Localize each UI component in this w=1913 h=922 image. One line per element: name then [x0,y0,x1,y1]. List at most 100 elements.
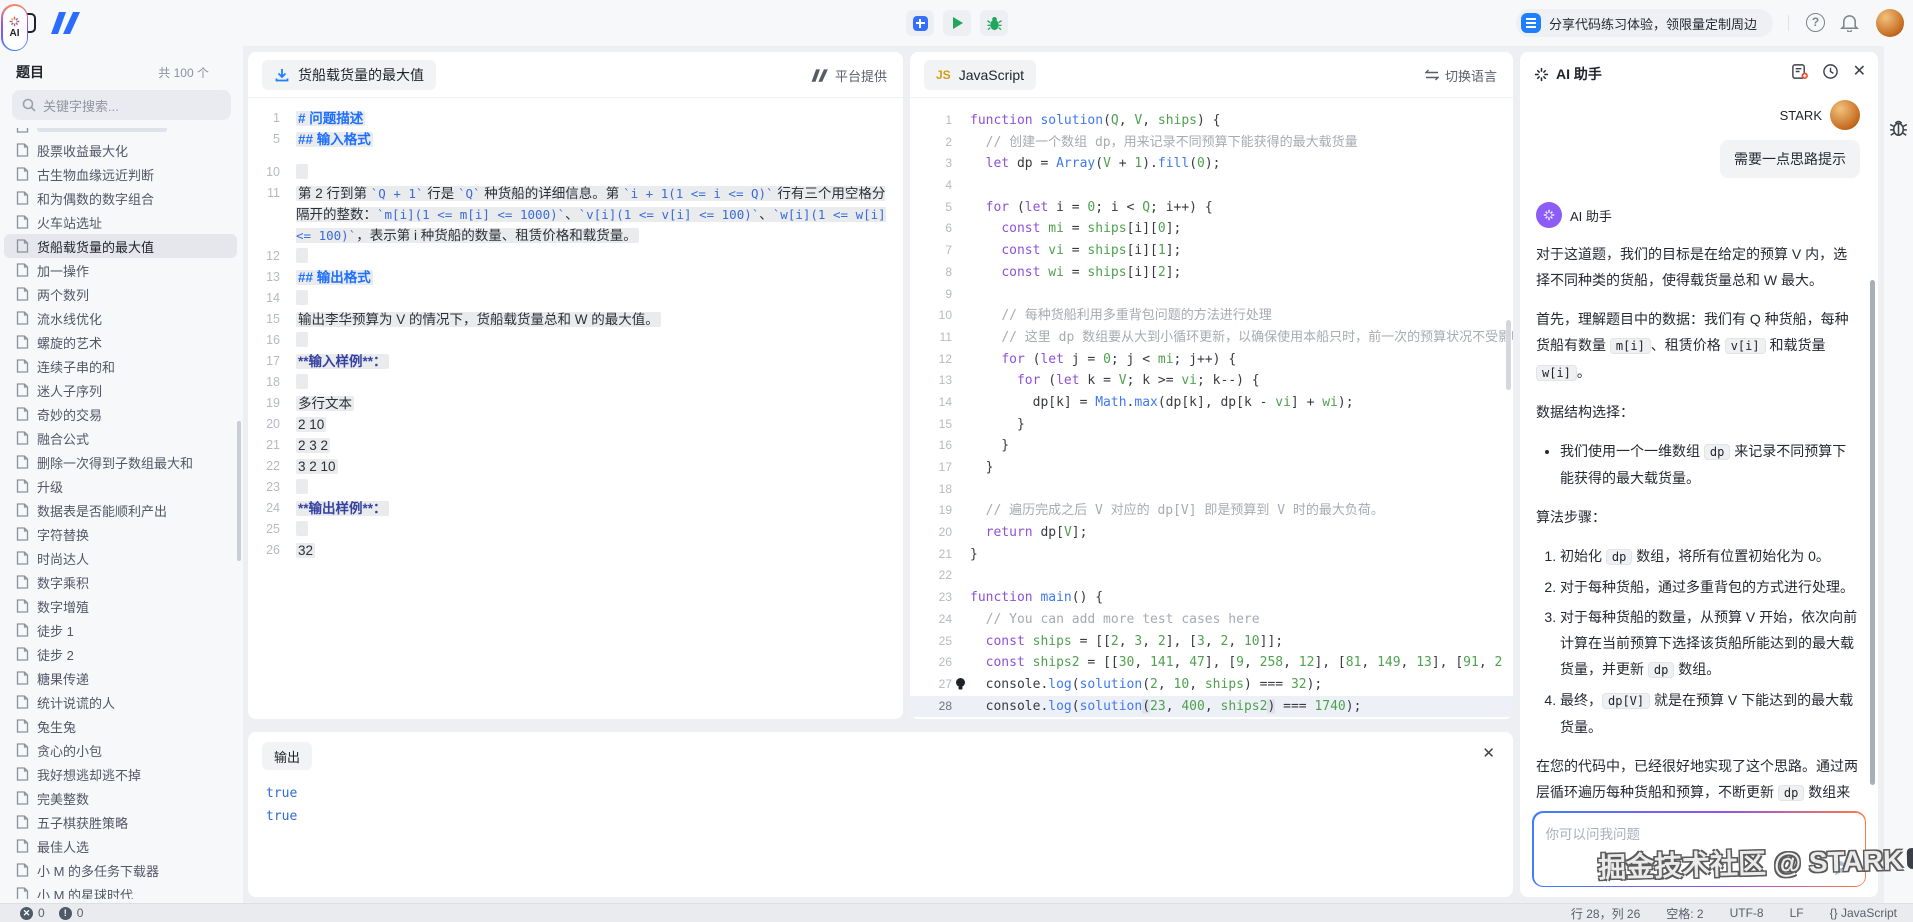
code-line[interactable]: 4 [910,175,1513,197]
sidebar-item[interactable]: 数字乘积 [4,570,237,594]
document-icon [16,791,29,805]
sidebar-item[interactable]: 完美整数 [4,786,237,810]
code-line[interactable]: 13 for (let k = V; k >= vi; k--) { [910,370,1513,392]
code-line[interactable]: 27 console.log(solution(2, 10, ships) ==… [910,674,1513,696]
sidebar-item-selected[interactable]: 货船载货量的最大值 [4,234,237,258]
code-line[interactable]: 5 for (let i = 0; i < Q; i++) { [910,197,1513,219]
status-item[interactable]: LF [1790,906,1804,920]
status-item[interactable]: 空格: 2 [1666,905,1703,922]
run-button[interactable] [943,10,971,36]
sidebar-item[interactable]: 数据表是否能顺利产出 [4,498,237,522]
sidebar-item[interactable]: 数字增殖 [4,594,237,618]
code-line[interactable]: 15 } [910,414,1513,436]
code-line[interactable]: 28 console.log(solution(23, 400, ships2)… [910,696,1513,718]
search-icon [22,98,36,112]
sidebar-item[interactable]: 流水线优化 [4,306,237,330]
code-line[interactable]: 12 for (let j = 0; j < mi; j++) { [910,349,1513,371]
sidebar-item[interactable]: 加一操作 [4,258,237,282]
marscode-logo-icon[interactable] [50,12,82,39]
sidebar-item[interactable]: 小 M 的星球时代 [4,882,237,899]
sidebar-item[interactable]: 最佳人选 [4,834,237,858]
code-line[interactable]: 7 const vi = ships[i][1]; [910,240,1513,262]
errors-count[interactable]: 0 [38,906,45,920]
lightbulb-icon[interactable] [954,677,967,692]
ai-scrollbar[interactable] [1870,280,1875,785]
sidebar-item[interactable]: 螺旋的艺术 [4,330,237,354]
ai-input-box[interactable]: 你可以问我问题 [1532,811,1866,887]
code-scrollbar[interactable] [1506,320,1511,390]
status-item[interactable]: 行 28，列 26 [1571,905,1640,922]
sidebar-item[interactable]: 融合公式 [4,426,237,450]
code-line[interactable]: 24 // You can add more test cases here [910,609,1513,631]
sidebar-item[interactable]: 和为偶数的数字组合 [4,186,237,210]
switch-language-button[interactable]: 切换语言 [1425,52,1497,98]
status-item[interactable]: UTF-8 [1730,906,1764,920]
sidebar-item[interactable]: 小 M 的多任务下载器 [4,858,237,882]
code-line[interactable]: 21} [910,544,1513,566]
code-line[interactable]: 25 const ships = [[2, 3, 2], [3, 2, 10]]… [910,631,1513,653]
warnings-count[interactable]: 0 [77,906,84,920]
code-line[interactable]: 18 [910,479,1513,501]
debug-button[interactable] [980,10,1008,36]
code-line[interactable]: 19 // 遍历完成之后 V 对应的 dp[V] 即是预算到 V 时的最大负荷。 [910,500,1513,522]
code-line[interactable]: 23function main() { [910,587,1513,609]
sidebar-item[interactable]: 升级 [4,474,237,498]
notification-bell-icon[interactable] [1840,13,1859,37]
sidebar-item[interactable]: 字符替换 [4,522,237,546]
sidebar-item[interactable]: 迷人子序列 [4,378,237,402]
sidebar-item[interactable]: 删除一次得到子数组最大和 [4,450,237,474]
sidebar-item[interactable]: 连续子串的和 [4,354,237,378]
status-item[interactable]: {} JavaScript [1830,906,1897,920]
sidebar-item[interactable]: 我好想逃却逃不掉 [4,762,237,786]
sidebar-item[interactable]: 统计说谎的人 [4,690,237,714]
code-line[interactable]: 11 // 这里 dp 数组要从大到小循环更新，以确保使用本船只时，前一次的预算… [910,327,1513,349]
code-line[interactable]: 20 return dp[V]; [910,522,1513,544]
code-line[interactable]: 1function solution(Q, V, ships) { [910,110,1513,132]
promo-banner[interactable]: 分享代码练习体验，领限量定制周边 [1516,9,1773,37]
problem-title-chip[interactable]: 货船载货量的最大值 [262,60,436,90]
code-editor[interactable]: 1function solution(Q, V, ships) {2 // 创建… [910,98,1513,719]
sidebar-item[interactable]: 徒步 2 [4,642,237,666]
sidebar-item[interactable]: 五子棋获胜策略 [4,810,237,834]
user-avatar[interactable] [1876,9,1904,37]
sidebar-item[interactable]: 贪心的小包 [4,738,237,762]
problem-description[interactable]: 1# 问题描述5## 输入格式1011第 2 行到第 `Q + 1` 行是 `Q… [248,98,903,719]
sidebar-item[interactable]: 时尚达人 [4,546,237,570]
code-line[interactable]: 17 } [910,457,1513,479]
history-icon[interactable] [1822,63,1839,80]
sidebar-item[interactable]: 火车站选址 [4,210,237,234]
sidebar-item[interactable]: 糖果传递 [4,666,237,690]
sidebar-scrollbar[interactable] [237,421,241,561]
code-line[interactable]: 8 const wi = ships[i][2]; [910,262,1513,284]
errors-icon[interactable]: ✕ [20,907,33,920]
sidebar-item-label: 流水线优化 [37,309,102,328]
sidebar-item[interactable]: 两个数列 [4,282,237,306]
new-chat-icon[interactable] [1791,63,1808,80]
ai-toggle-button[interactable]: AI [1,4,28,51]
warnings-icon[interactable]: ! [59,907,72,920]
code-line[interactable]: 22 [910,565,1513,587]
output-tab[interactable]: 输出 [262,742,312,770]
close-icon[interactable]: ✕ [1482,744,1495,762]
language-tab[interactable]: JS JavaScript [924,60,1036,90]
code-line[interactable]: 6 const mi = ships[i][0]; [910,218,1513,240]
close-icon[interactable]: ✕ [1853,64,1866,80]
code-line[interactable]: 16 } [910,435,1513,457]
code-line[interactable]: 9 [910,284,1513,306]
submit-button[interactable] [906,10,934,36]
sidebar-item[interactable]: 兔生兔 [4,714,237,738]
sidebar-item[interactable] [4,128,237,138]
debug-strip-icon[interactable] [1889,118,1908,137]
sidebar-item[interactable]: 古生物血缘远近判断 [4,162,237,186]
sidebar-item[interactable]: 奇妙的交易 [4,402,237,426]
code-line[interactable]: 3 let dp = Array(V + 1).fill(0); [910,153,1513,175]
send-icon[interactable] [1833,856,1855,878]
sidebar-item[interactable]: 徒步 1 [4,618,237,642]
help-icon[interactable]: ? [1806,13,1825,32]
code-line[interactable]: 10 // 每种货船利用多重背包问题的方法进行处理 [910,305,1513,327]
sidebar-item[interactable]: 股票收益最大化 [4,138,237,162]
search-input[interactable]: 关键字搜索... [12,90,231,120]
code-line[interactable]: 14 dp[k] = Math.max(dp[k], dp[k - vi] + … [910,392,1513,414]
code-line[interactable]: 26 const ships2 = [[30, 141, 47], [9, 25… [910,652,1513,674]
code-line[interactable]: 2 // 创建一个数组 dp，用来记录不同预算下能获得的最大载货量 [910,132,1513,154]
